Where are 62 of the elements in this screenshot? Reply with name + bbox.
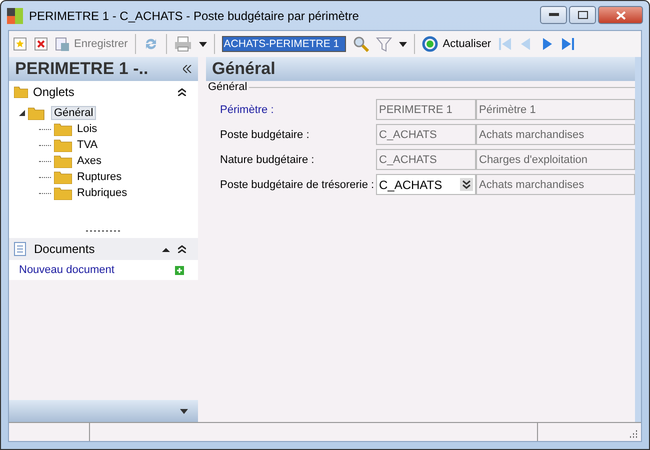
chevron-up-icon[interactable] <box>162 246 170 252</box>
tree-item[interactable]: Rubriques <box>75 187 130 199</box>
app-logo-icon <box>7 8 23 24</box>
search-field[interactable]: ACHATS-PERIMETRE 1 <box>222 36 346 52</box>
field-label: Poste budgétaire : <box>220 128 310 140</box>
resize-grip-icon[interactable] <box>629 430 638 439</box>
folder-icon <box>54 138 72 152</box>
refresh-button[interactable]: Actualiser <box>422 36 492 52</box>
folder-icon <box>54 186 72 200</box>
field-label: Poste budgétaire de trésorerie : <box>220 178 376 190</box>
maximize-button[interactable] <box>569 6 596 24</box>
dropdown-arrow-icon[interactable] <box>198 42 207 46</box>
description-field: Charges d'exploitation <box>476 149 635 170</box>
section-title: Général <box>212 59 276 79</box>
tree-item[interactable]: Ruptures <box>75 171 124 183</box>
group-title: Général <box>208 81 248 93</box>
folder-icon <box>54 170 72 184</box>
code-field: C_ACHATS <box>376 124 476 145</box>
tree-item[interactable]: Général <box>51 106 96 120</box>
code-field: PERIMETRE 1 <box>376 99 476 120</box>
collapse-icon[interactable] <box>183 65 192 73</box>
add-icon[interactable] <box>175 266 184 274</box>
search-icon[interactable] <box>352 36 369 52</box>
tree-item[interactable]: Lois <box>75 123 100 135</box>
maximize-icon <box>578 11 588 19</box>
double-chevron-up-icon[interactable] <box>178 245 186 253</box>
new-document-link[interactable]: Nouveau document <box>19 264 114 276</box>
tree-item[interactable]: TVA <box>75 139 100 151</box>
description-field: Achats marchandises <box>476 174 635 195</box>
filter-icon[interactable] <box>376 36 392 52</box>
close-icon <box>616 10 626 20</box>
expanded-arrow-icon[interactable] <box>19 110 25 116</box>
field-label: Nature budgétaire : <box>220 154 316 166</box>
code-dropdown[interactable]: C_ACHATS <box>376 174 476 195</box>
minimize-button[interactable] <box>540 6 567 24</box>
close-button[interactable] <box>598 6 643 24</box>
record-title: PERIMETRE 1 -.. <box>15 59 150 79</box>
printer-icon[interactable] <box>174 36 192 52</box>
dropdown-icon[interactable] <box>460 178 473 191</box>
delete-icon[interactable] <box>34 37 48 51</box>
field-label[interactable]: Périmètre : <box>220 104 376 116</box>
save-button[interactable]: Enregistrer <box>55 37 128 51</box>
window-title: PERIMETRE 1 - C_ACHATS - Poste budgétaire par périmètre <box>29 8 360 22</box>
folder-icon <box>54 154 72 168</box>
tabs-header: Onglets <box>33 85 76 99</box>
last-record-icon[interactable] <box>561 37 576 51</box>
minimize-icon <box>548 13 558 17</box>
description-field: Périmètre 1 <box>476 99 635 120</box>
refresh-icon <box>422 36 438 52</box>
documents-header: Documents <box>34 242 96 256</box>
dropdown-arrow-icon[interactable] <box>180 408 188 414</box>
dropdown-arrow-icon[interactable] <box>398 42 407 46</box>
tree-item[interactable]: Axes <box>75 155 104 167</box>
folder-icon <box>14 86 28 98</box>
folder-icon <box>54 122 72 136</box>
new-document-icon[interactable] <box>13 37 27 51</box>
save-icon <box>55 37 69 51</box>
next-record-icon[interactable] <box>540 37 554 51</box>
double-chevron-up-icon[interactable] <box>178 88 186 96</box>
description-field: Achats marchandises <box>476 124 635 145</box>
code-field: C_ACHATS <box>376 149 476 170</box>
document-icon <box>14 242 26 256</box>
